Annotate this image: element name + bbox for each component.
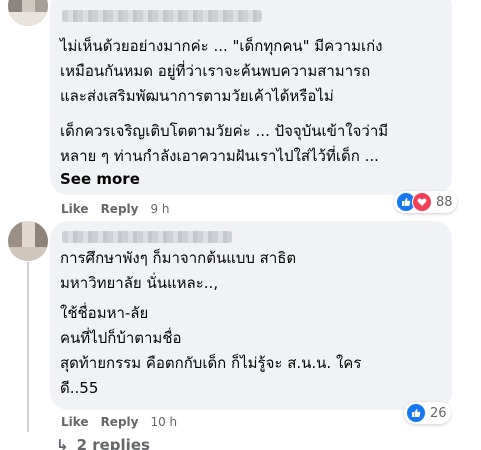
- comment-text-line: มหาวิทยาลัย นั่นแหละ..,: [60, 274, 219, 292]
- reaction-count: 88: [436, 194, 453, 210]
- comment-text-line: การศึกษาพังๆ ก็มาจากต้นแบบ สาธิต: [60, 249, 297, 267]
- comment-text-line: เด็กควรเจริญเติบโตตามวัยค่ะ ... ปัจจุบัน…: [60, 122, 389, 140]
- comment-text-line: ดี..55: [60, 379, 99, 397]
- avatar[interactable]: [8, 221, 48, 261]
- comment-timestamp[interactable]: 10 h: [150, 415, 177, 429]
- comment-actions: Like Reply 9 h: [61, 202, 182, 216]
- reply-button[interactable]: Reply: [101, 415, 139, 429]
- reaction-summary[interactable]: 26: [404, 402, 451, 424]
- comment-timestamp[interactable]: 9 h: [150, 202, 169, 216]
- like-button[interactable]: Like: [61, 202, 89, 216]
- comment-text-line: สุดท้ายกรรม คือตกกับเด็ก ก็ไม่รู้จะ ส.น.…: [60, 354, 362, 372]
- replies-count-label: 2 replies: [76, 436, 150, 450]
- author-name-redacted[interactable]: [62, 10, 262, 22]
- reaction-count: 26: [430, 405, 447, 421]
- comment-text-line: คนที่ไปก็บ้าตามชื่อ: [60, 329, 182, 347]
- thread-connector: [27, 262, 29, 432]
- author-name-redacted[interactable]: [62, 231, 232, 243]
- comment-bubble: การศึกษาพังๆ ก็มาจากต้นแบบ สาธิต มหาวิทย…: [50, 221, 452, 410]
- comment-text-line: ใช้ชื่อมหา-ลัย: [60, 304, 149, 322]
- reply-button[interactable]: Reply: [101, 202, 139, 216]
- like-button[interactable]: Like: [61, 415, 89, 429]
- reply-arrow-icon: ↳: [56, 436, 69, 450]
- comment-text-line: หลาย ๆ ท่านกำลังเอาความฝันเราไปใส่ไว้ที่…: [60, 147, 379, 165]
- comment-text-line: และส่งเสริมพัฒนาการตามวัยเค้าได้หรือไม่: [60, 87, 334, 105]
- comment-actions: Like Reply 10 h: [61, 415, 189, 429]
- see-more-link[interactable]: See more: [60, 170, 140, 188]
- view-replies-link[interactable]: ↳ 2 replies: [56, 436, 150, 450]
- comment-text-line: เหมือนกันหมด อยู่ที่ว่าเราจะค้นพบความสาม…: [60, 62, 371, 80]
- comments-section: ไม่เห็นด้วยอย่างมากค่ะ ... "เด็กทุกคน" ม…: [0, 0, 481, 450]
- comment-text-line: ไม่เห็นด้วยอย่างมากค่ะ ... "เด็กทุกคน" ม…: [60, 37, 383, 55]
- love-icon: [412, 192, 432, 212]
- like-icon: [406, 403, 426, 423]
- comment-bubble: ไม่เห็นด้วยอย่างมากค่ะ ... "เด็กทุกคน" ม…: [50, 0, 452, 195]
- avatar[interactable]: [8, 0, 48, 26]
- reaction-summary[interactable]: 88: [394, 191, 457, 213]
